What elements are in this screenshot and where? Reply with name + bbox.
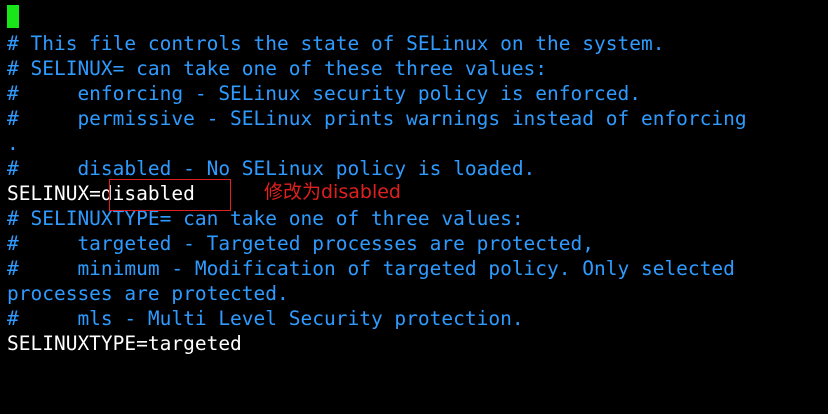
- comment-line-minimum-continued: processes are protected.: [7, 282, 289, 305]
- annotation-label: 修改为disabled: [264, 181, 401, 203]
- comment-line-permissive-continued: .: [7, 132, 19, 155]
- comment-line-permissive: # permissive - SELinux prints warnings i…: [7, 107, 747, 130]
- comment-line-disabled: # disabled - No SELinux policy is loaded…: [7, 157, 536, 180]
- highlight-box: [109, 179, 231, 211]
- comment-line-targeted: # targeted - Targeted processes are prot…: [7, 232, 594, 255]
- comment-line-selinux-state: # This file controls the state of SELinu…: [7, 32, 665, 55]
- comment-line-selinux-values: # SELINUX= can take one of these three v…: [7, 57, 548, 80]
- config-line-selinuxtype: SELINUXTYPE=targeted: [7, 332, 242, 355]
- terminal-window[interactable]: # This file controls the state of SELinu…: [0, 0, 828, 414]
- comment-line-mls: # mls - Multi Level Security protection.: [7, 307, 524, 330]
- text-cursor: [7, 5, 19, 28]
- comment-line-selinuxtype-values: # SELINUXTYPE= can take one of three val…: [7, 207, 524, 230]
- comment-line-enforcing: # enforcing - SELinux security policy is…: [7, 82, 641, 105]
- comment-line-minimum: # minimum - Modification of targeted pol…: [7, 257, 735, 280]
